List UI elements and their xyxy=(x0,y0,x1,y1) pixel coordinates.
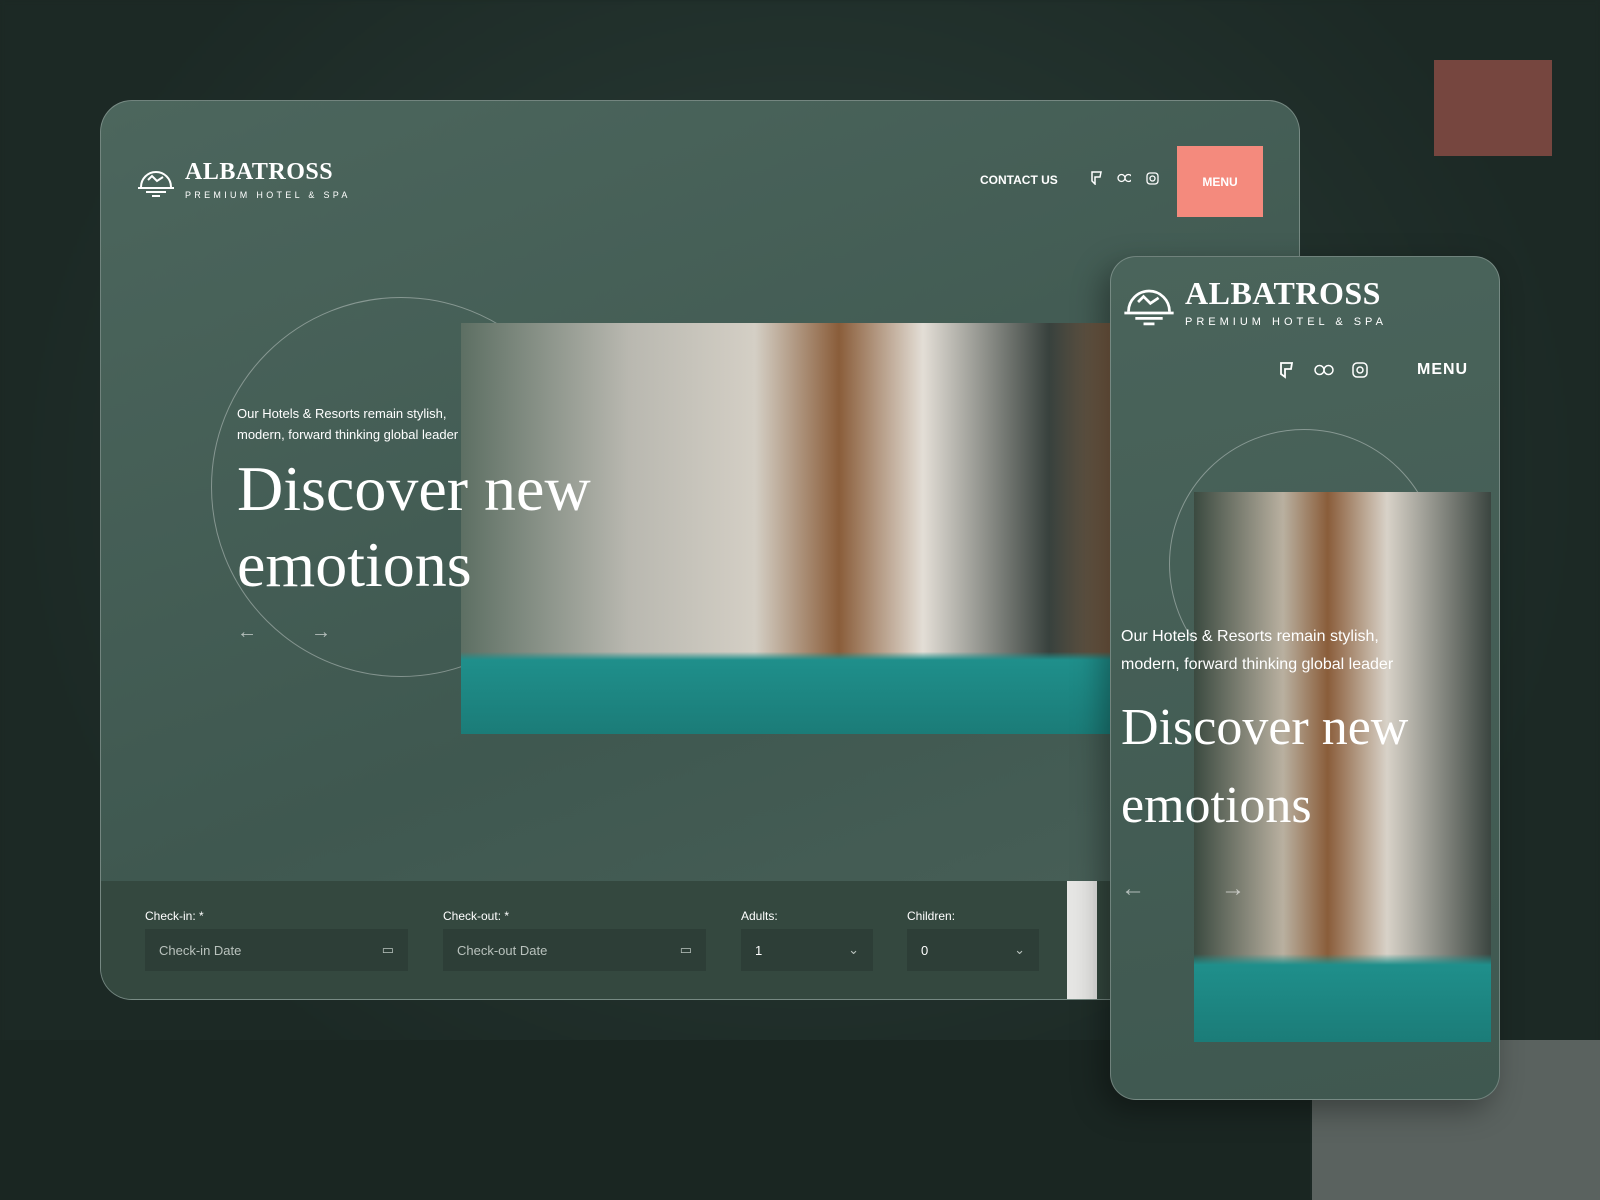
tripadvisor-icon[interactable] xyxy=(1117,171,1131,185)
children-label: Children: xyxy=(907,909,956,923)
tripadvisor-icon[interactable] xyxy=(1313,361,1335,379)
logo[interactable]: ALBATROSS PREMIUM HOTEL & SPA xyxy=(137,159,351,200)
hero-subtitle-line1: Our Hotels & Resorts remain stylish, xyxy=(237,406,447,421)
brand-name: ALBATROSS xyxy=(185,159,334,185)
chevron-down-icon: ⌄ xyxy=(1014,942,1025,957)
adults-label: Adults: xyxy=(741,909,778,923)
foursquare-icon[interactable] xyxy=(1277,361,1295,379)
hero-text: Our Hotels & Resorts remain stylish, mod… xyxy=(1121,623,1499,845)
checkout-label: Check-out: xyxy=(443,909,502,923)
hero-title-line1: Discover new xyxy=(1121,699,1409,756)
mobile-preview: ALBATROSS PREMIUM HOTEL & SPA MENU Our H… xyxy=(1110,256,1500,1100)
prev-arrow[interactable]: ← xyxy=(237,621,257,644)
hero-title-line2: emotions xyxy=(1121,777,1312,834)
hero-title-line2: emotions xyxy=(237,529,472,600)
hero-subtitle-line2: modern, forward thinking global leader xyxy=(237,427,459,442)
albatross-logo-icon xyxy=(138,170,174,197)
hero-subtitle-line1: Our Hotels & Resorts remain stylish, xyxy=(1121,628,1379,645)
children-select[interactable]: 0 ⌄ xyxy=(907,929,1039,971)
background-blurred-menu xyxy=(1434,60,1552,156)
calendar-icon: ▭ xyxy=(381,942,394,957)
instagram-icon[interactable] xyxy=(1351,361,1369,379)
instagram-icon[interactable] xyxy=(1145,171,1159,185)
menu-button[interactable]: MENU xyxy=(1417,361,1468,379)
search-button-edge[interactable] xyxy=(1067,881,1097,999)
checkout-input[interactable]: Check-out Date ▭ xyxy=(443,929,706,971)
children-value: 0 xyxy=(921,942,929,958)
brand-tagline: PREMIUM HOTEL & SPA xyxy=(185,190,351,200)
checkin-input[interactable]: Check-in Date ▭ xyxy=(145,929,408,971)
brand-name: ALBATROSS xyxy=(1185,275,1381,311)
foursquare-icon[interactable] xyxy=(1089,171,1103,185)
checkin-placeholder: Check-in Date xyxy=(159,942,242,958)
next-arrow[interactable]: → xyxy=(311,621,331,644)
hero-subtitle-line2: modern, forward thinking global leader xyxy=(1121,656,1394,673)
brand-tagline: PREMIUM HOTEL & SPA xyxy=(1185,316,1387,328)
checkout-group: Check-out: * Check-out Date ▭ xyxy=(443,909,706,971)
logo[interactable]: ALBATROSS PREMIUM HOTEL & SPA xyxy=(1123,275,1387,328)
required-mark: * xyxy=(199,909,204,923)
albatross-logo-icon xyxy=(1124,289,1174,325)
prev-arrow[interactable]: ← xyxy=(1121,875,1145,903)
adults-value: 1 xyxy=(755,942,763,958)
adults-group: Adults: 1 ⌄ xyxy=(741,909,873,971)
hero-text: Our Hotels & Resorts remain stylish, mod… xyxy=(237,403,591,603)
children-group: Children: 0 ⌄ xyxy=(907,909,1039,971)
contact-us-link[interactable]: CONTACT US xyxy=(980,173,1058,187)
required-mark: * xyxy=(504,909,510,923)
checkout-placeholder: Check-out Date xyxy=(457,942,548,958)
calendar-icon: ▭ xyxy=(679,942,692,957)
checkin-group: Check-in: * Check-in Date ▭ xyxy=(145,909,408,971)
next-arrow[interactable]: → xyxy=(1221,875,1245,903)
chevron-down-icon: ⌄ xyxy=(848,942,859,957)
hero-title-line1: Discover new xyxy=(237,453,591,524)
menu-button[interactable]: MENU xyxy=(1177,146,1263,217)
adults-select[interactable]: 1 ⌄ xyxy=(741,929,873,971)
checkin-label: Check-in: xyxy=(145,909,196,923)
